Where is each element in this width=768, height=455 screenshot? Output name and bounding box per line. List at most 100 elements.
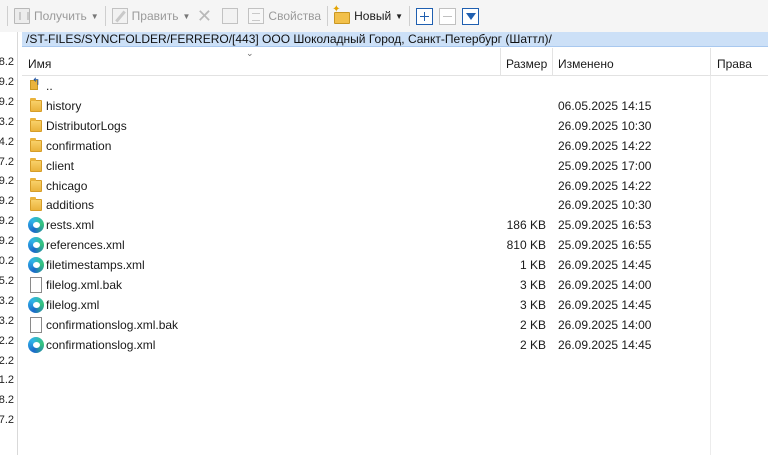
folder-icon bbox=[30, 117, 42, 132]
file-name: client bbox=[46, 158, 75, 173]
column-rights-header[interactable]: Права bbox=[717, 57, 752, 71]
edge-xml-icon bbox=[28, 257, 44, 274]
folder-icon bbox=[30, 137, 42, 152]
filter-button[interactable] bbox=[462, 7, 480, 25]
file-row[interactable]: references.xml 810 KB 25.09.2025 16:55 bbox=[22, 235, 768, 255]
file-name: filetimestamps.xml bbox=[46, 258, 145, 273]
file-row[interactable]: additions 26.09.2025 10:30 bbox=[22, 195, 768, 215]
unselect-minus-button[interactable] bbox=[439, 7, 457, 25]
properties-label: Свойства bbox=[268, 9, 322, 23]
file-modified: 26.09.2025 14:45 bbox=[558, 258, 652, 273]
file-modified: 26.09.2025 10:30 bbox=[558, 198, 652, 213]
file-name: filelog.xml bbox=[46, 297, 100, 312]
sort-indicator-icon: ⌄ bbox=[246, 48, 254, 58]
file-name: filelog.xml.bak bbox=[46, 278, 123, 292]
folder-icon bbox=[30, 97, 42, 112]
file-row[interactable]: DistributorLogs 26.09.2025 10:30 bbox=[22, 116, 768, 136]
file-row[interactable]: filetimestamps.xml 1 KB 26.09.2025 14:45 bbox=[22, 255, 768, 275]
file-name: confirmationslog.xml bbox=[46, 337, 156, 352]
file-modified: 25.09.2025 16:53 bbox=[558, 218, 652, 233]
properties-button[interactable]: Свойства bbox=[245, 4, 324, 28]
file-name: rests.xml bbox=[46, 218, 94, 233]
column-divider[interactable] bbox=[710, 48, 711, 76]
new-dropdown-icon[interactable]: ▼ bbox=[395, 12, 403, 21]
file-name: references.xml bbox=[46, 238, 125, 253]
new-label: Новый bbox=[354, 9, 392, 23]
path-bar[interactable]: /ST-FILES/SYNCFOLDER/FERRERO/[443] ООО Ш… bbox=[22, 32, 768, 47]
file-row[interactable]: filelog.xml.bak 3 KB 26.09.2025 14:00 bbox=[22, 275, 768, 295]
left-panel-row-date: 09.2 bbox=[0, 235, 14, 248]
file-modified: 25.09.2025 16:55 bbox=[558, 238, 652, 253]
file-row[interactable]: rests.xml 186 KB 25.09.2025 16:53 bbox=[22, 215, 768, 235]
file-row[interactable]: confirmationslog.xml.bak 2 KB 26.09.2025 1… bbox=[22, 315, 768, 335]
file-modified: 26.09.2025 10:30 bbox=[558, 118, 652, 133]
delete-button[interactable]: ✕ bbox=[193, 4, 219, 28]
edit-icon bbox=[111, 8, 128, 24]
file-size: 3 KB bbox=[519, 278, 546, 292]
get-label: Получить bbox=[34, 9, 87, 23]
get-dropdown-icon[interactable]: ▼ bbox=[91, 12, 99, 21]
left-panel-row-date: 07.2 bbox=[0, 414, 14, 427]
rename-icon bbox=[222, 8, 239, 24]
properties-icon bbox=[248, 8, 265, 24]
parent-dir-icon bbox=[30, 77, 46, 94]
file-size: 2 KB bbox=[519, 317, 546, 332]
get-button[interactable]: Получить ▼ bbox=[11, 4, 102, 28]
file-size: 186 KB bbox=[506, 218, 546, 233]
document-icon bbox=[30, 316, 42, 333]
file-row[interactable]: chicago 26.09.2025 14:22 bbox=[22, 176, 768, 196]
file-row[interactable]: .. bbox=[22, 76, 768, 96]
file-row[interactable]: confirmationslog.xml 2 KB 26.09.2025 14:45 bbox=[22, 335, 768, 355]
left-panel-row-date: 09.2 bbox=[0, 215, 14, 228]
new-button[interactable]: Новый ▼ bbox=[331, 4, 406, 28]
delete-icon: ✕ bbox=[196, 6, 212, 26]
toolbar-separator bbox=[327, 6, 329, 26]
edge-xml-icon bbox=[28, 336, 44, 353]
left-panel-strip[interactable]: 08.2 09.2 09.2 03.2 04.2 07.2 09.2 09.2 09.2 09.2… bbox=[0, 32, 18, 455]
left-panel-row-date: 09.2 bbox=[0, 95, 14, 108]
file-name: DistributorLogs bbox=[46, 118, 127, 133]
select-plus-button[interactable] bbox=[416, 7, 434, 25]
edit-button[interactable]: Править ▼ bbox=[109, 4, 194, 28]
file-row[interactable]: history 06.05.2025 14:15 bbox=[22, 96, 768, 116]
left-panel-row-date: 07.2 bbox=[0, 155, 14, 168]
left-panel-row-date: 03.2 bbox=[0, 294, 14, 307]
folder-icon bbox=[30, 197, 42, 212]
left-panel-row-date: 09.2 bbox=[0, 195, 14, 208]
column-name-header[interactable]: Имя bbox=[28, 57, 51, 71]
toolbar: Получить ▼ Править ▼ ✕ Свойства Новый ▼ bbox=[0, 0, 768, 32]
column-size-header[interactable]: Размер bbox=[506, 57, 547, 71]
file-name: history bbox=[46, 98, 82, 113]
file-modified: 26.09.2025 14:22 bbox=[558, 138, 652, 153]
file-name: confirmation bbox=[46, 138, 112, 153]
download-icon bbox=[14, 8, 30, 24]
column-divider[interactable] bbox=[552, 48, 553, 76]
column-divider[interactable] bbox=[500, 48, 501, 76]
folder-icon bbox=[30, 157, 42, 172]
edit-dropdown-icon[interactable]: ▼ bbox=[182, 12, 190, 21]
left-panel-row-date: 02.2 bbox=[0, 354, 14, 367]
file-modified: 26.09.2025 14:00 bbox=[558, 278, 652, 292]
edge-xml-icon bbox=[28, 217, 44, 234]
file-row[interactable]: filelog.xml 3 KB 26.09.2025 14:45 bbox=[22, 295, 768, 315]
left-panel-row-date: 09.2 bbox=[0, 75, 14, 88]
file-modified: 26.09.2025 14:45 bbox=[558, 297, 652, 312]
file-size: 2 KB bbox=[519, 337, 546, 352]
left-panel-row-date: 03.2 bbox=[0, 314, 14, 327]
file-modified: 06.05.2025 14:15 bbox=[558, 98, 652, 113]
file-modified: 26.09.2025 14:00 bbox=[558, 317, 652, 332]
file-modified: 26.09.2025 14:22 bbox=[558, 178, 652, 193]
rename-button[interactable] bbox=[219, 4, 245, 28]
left-panel-row-date: 08.2 bbox=[0, 394, 14, 407]
file-modified: 26.09.2025 14:45 bbox=[558, 337, 652, 352]
file-list[interactable]: .. history 06.05.2025 14:15 DistributorLogs… bbox=[22, 76, 768, 455]
new-folder-icon bbox=[332, 4, 351, 24]
document-icon bbox=[30, 277, 42, 293]
file-row[interactable]: confirmation 26.09.2025 14:22 bbox=[22, 136, 768, 156]
file-name: additions bbox=[46, 198, 95, 213]
left-panel-row-date: 09.2 bbox=[0, 175, 14, 188]
file-size: 810 KB bbox=[506, 238, 546, 253]
column-modified-header[interactable]: Изменено bbox=[558, 57, 614, 71]
file-row[interactable]: client 25.09.2025 17:00 bbox=[22, 156, 768, 176]
file-modified: 25.09.2025 17:00 bbox=[558, 158, 652, 173]
